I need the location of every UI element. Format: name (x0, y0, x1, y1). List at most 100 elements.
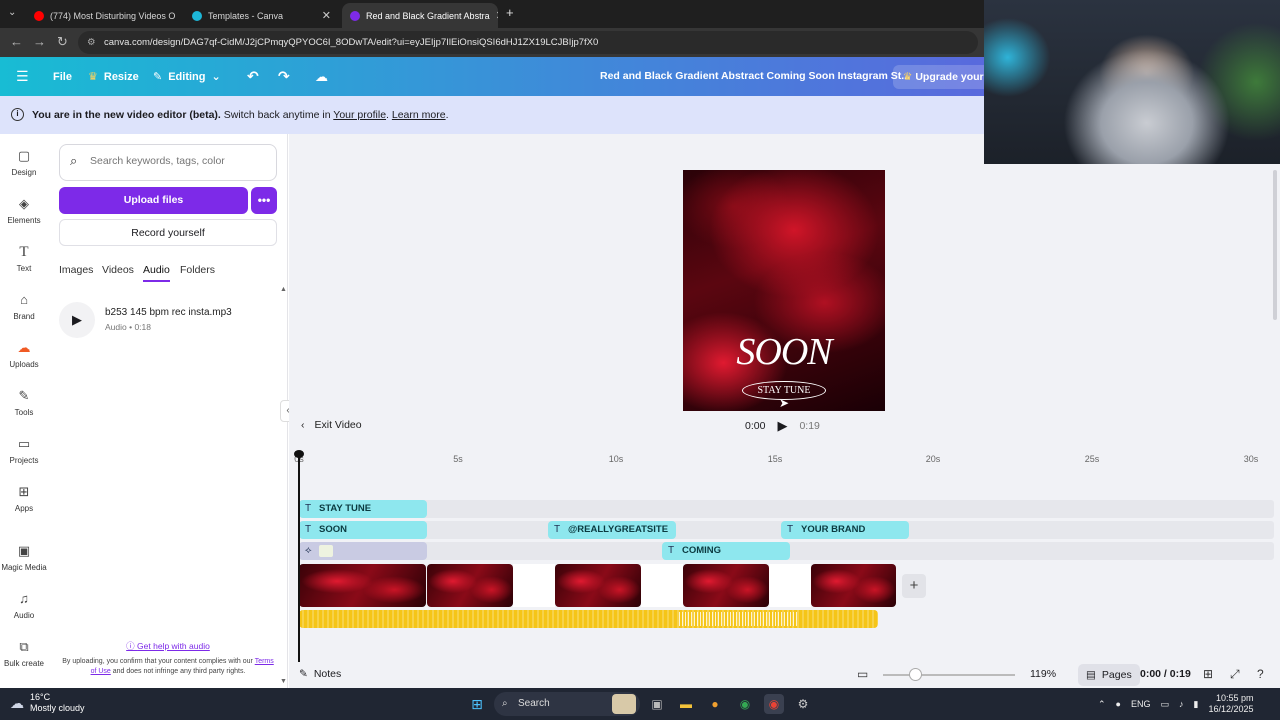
video-clip[interactable] (811, 564, 896, 607)
video-gap[interactable] (513, 564, 555, 607)
rail-item-magic-media[interactable]: ▣ Magic Media (0, 543, 48, 572)
rail-item-bulk-create[interactable]: ⧉ Bulk create (0, 639, 48, 668)
tab-videos[interactable]: Videos (102, 264, 134, 276)
timeline-track: ⟡ T COMING (299, 542, 1274, 560)
pages-button[interactable]: ▤ Pages (1078, 664, 1140, 686)
text-clip[interactable]: T STAY TUNE (299, 500, 427, 518)
browser-tab-templates[interactable]: Templates - Canva ✕ (184, 3, 339, 28)
widget-icon[interactable] (612, 694, 636, 714)
weather-widget[interactable]: ☁ 16°C Mostly cloudy (10, 692, 85, 714)
fullscreen-icon[interactable]: ⤢ (1230, 667, 1240, 682)
timeline-playhead[interactable] (294, 450, 304, 662)
resize-button[interactable]: ♛ Resize (88, 57, 139, 96)
back-icon[interactable]: ← (10, 35, 23, 49)
bulk-create-icon: ⧉ (19, 639, 29, 654)
microphone-icon[interactable]: ● (1116, 699, 1121, 709)
browser-tab-youtube[interactable]: (774) Most Disturbing Videos O ✕ (26, 3, 181, 28)
audio-clip[interactable] (299, 610, 878, 628)
tab-audio[interactable]: Audio (143, 264, 170, 282)
clock[interactable]: 10:55 pm 16/12/2025 (1208, 693, 1253, 715)
upload-files-button[interactable]: Upload files (59, 187, 248, 214)
file-menu[interactable]: File (53, 57, 72, 96)
rail-item-projects[interactable]: ▭ Projects (0, 436, 48, 465)
reload-icon[interactable]: ↻ (57, 35, 68, 49)
design-title[interactable]: Red and Black Gradient Abstract Coming S… (600, 57, 910, 96)
cloud-save-icon[interactable]: ☁ (315, 57, 328, 96)
rail-item-tools[interactable]: ✎ Tools (0, 388, 48, 417)
rail-item-audio[interactable]: ♫ Audio (0, 591, 48, 620)
workspace-scrollbar[interactable] (1273, 170, 1277, 320)
rail-item-design[interactable]: ▢ Design (0, 148, 48, 177)
video-gap[interactable] (769, 564, 811, 607)
close-tab-icon[interactable]: ✕ (496, 9, 498, 22)
video-clip[interactable] (555, 564, 641, 607)
tab-folders[interactable]: Folders (180, 264, 215, 276)
design-canvas[interactable]: SOON STAY TUNE (683, 170, 885, 411)
audio-list-item[interactable]: ▶ b253 145 bpm rec insta.mp3 Audio • 0:1… (59, 302, 277, 338)
element-clip[interactable]: ⟡ (299, 542, 427, 560)
help-audio-link[interactable]: ⓘ Get help with audio (48, 640, 288, 652)
grid-view-icon[interactable]: ⊞ (1203, 667, 1213, 681)
your-profile-link[interactable]: Your profile (333, 109, 386, 121)
magic-media-icon: ▣ (17, 543, 31, 558)
app-icon[interactable]: ● (705, 694, 725, 714)
volume-icon[interactable]: ♪ (1179, 699, 1184, 709)
learn-more-link[interactable]: Learn more (392, 109, 446, 121)
record-yourself-button[interactable]: Record yourself (59, 219, 277, 246)
add-page-button[interactable]: + (902, 574, 926, 598)
rail-item-uploads[interactable]: ☁ Uploads (0, 340, 48, 369)
zoom-slider-handle[interactable] (909, 668, 922, 681)
search-input[interactable] (90, 155, 270, 167)
language-indicator[interactable]: ENG (1131, 699, 1151, 709)
video-gap[interactable] (641, 564, 683, 607)
task-view-icon[interactable]: ▣ (647, 694, 667, 714)
play-icon[interactable]: ▶ (59, 302, 95, 338)
text-clip[interactable]: T @REALLYGREATSITE (548, 521, 676, 539)
exit-video-button[interactable]: ‹ Exit Video (301, 419, 362, 431)
timeline-ruler[interactable]: 0s 5s 10s 15s 20s 25s 30s (289, 450, 1280, 470)
editing-mode-button[interactable]: ✎ Editing ⌄ (153, 57, 221, 96)
audio-file-meta: Audio • 0:18 (105, 322, 151, 332)
menu-icon[interactable]: ☰ (16, 57, 29, 96)
zoom-slider[interactable] (883, 674, 1015, 676)
site-info-icon[interactable]: ⚙ (87, 31, 96, 54)
rail-item-brand[interactable]: ⌂ Brand (0, 292, 48, 321)
tab-list-icon[interactable]: ⌄ (8, 6, 16, 20)
zoom-level[interactable]: 119% (1030, 668, 1056, 680)
video-clip[interactable] (683, 564, 769, 607)
rail-item-text[interactable]: T Text (0, 244, 48, 273)
tab-images[interactable]: Images (59, 264, 93, 276)
rail-item-elements[interactable]: ◈ Elements (0, 196, 48, 225)
notes-button[interactable]: ✎ Notes (299, 668, 341, 680)
rail-item-apps[interactable]: ⊞ Apps (0, 484, 48, 513)
tray-overflow-icon[interactable]: ⌃ (1098, 699, 1106, 710)
forward-icon[interactable]: → (33, 35, 46, 49)
url-field[interactable]: ⚙ canva.com/design/DAG7qf-CidM/J2jCPmqyQ… (78, 31, 978, 54)
video-clip[interactable] (427, 564, 513, 607)
chrome-active-icon[interactable]: ◉ (764, 694, 784, 714)
file-explorer-icon[interactable]: ▬ (676, 694, 696, 714)
help-icon[interactable]: ? (1257, 667, 1264, 681)
search-box[interactable]: ⌕ (59, 144, 277, 181)
text-clip[interactable]: T COMING (662, 542, 790, 560)
close-tab-icon[interactable]: ✕ (322, 9, 331, 22)
play-button-icon[interactable]: ▶ (777, 418, 787, 434)
timeline-view-icon[interactable]: ▭ (857, 667, 868, 681)
canvas-headline[interactable]: SOON (683, 330, 885, 374)
new-tab-icon[interactable]: + (506, 6, 514, 20)
chrome-icon[interactable]: ◉ (735, 694, 755, 714)
battery-icon[interactable]: ▮ (1194, 699, 1199, 710)
text-clip[interactable]: T YOUR BRAND (781, 521, 909, 539)
browser-tab-design[interactable]: Red and Black Gradient Abstra ✕ (342, 3, 498, 28)
settings-icon[interactable]: ⚙ (793, 694, 813, 714)
text-clip[interactable]: T SOON (299, 521, 427, 539)
scroll-up-icon[interactable]: ▲ (280, 286, 287, 293)
network-icon[interactable]: ▭ (1161, 699, 1170, 710)
scroll-down-icon[interactable]: ▼ (280, 678, 287, 685)
undo-icon[interactable]: ↶ (247, 57, 259, 96)
upload-more-button[interactable]: ••• (251, 187, 277, 214)
video-clip[interactable] (299, 564, 426, 607)
windows-start-icon[interactable]: ⊞ (467, 694, 487, 714)
rail-label: Brand (13, 312, 35, 321)
redo-icon[interactable]: ↷ (278, 57, 290, 96)
